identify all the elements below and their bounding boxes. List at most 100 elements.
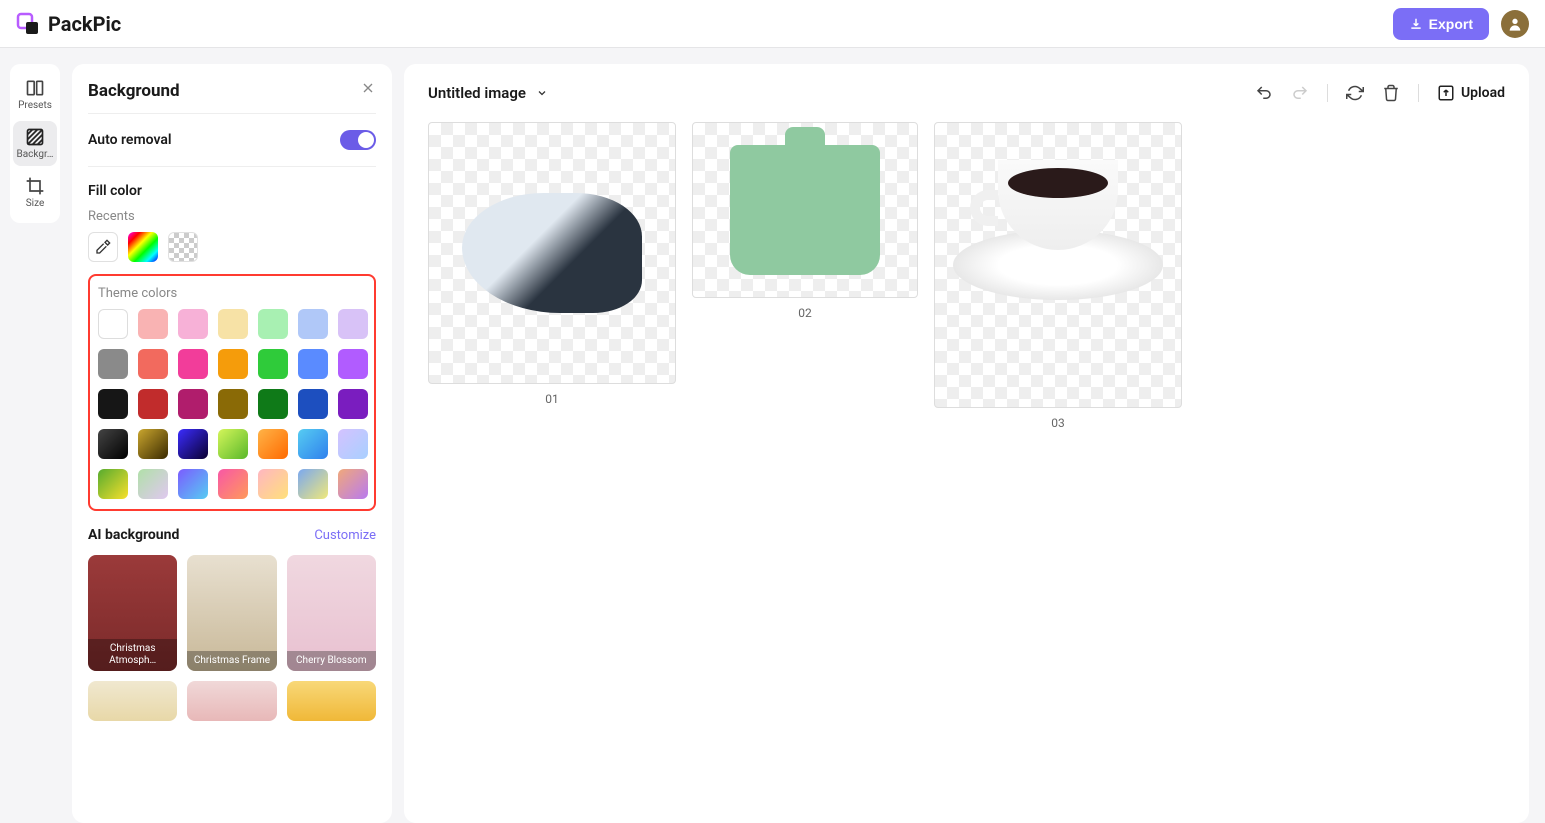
background-panel: Background Auto removal Fill color Recen…	[72, 64, 392, 823]
background-icon	[25, 127, 45, 147]
theme-color-swatch[interactable]	[218, 389, 248, 419]
image-label: 02	[798, 306, 812, 320]
theme-color-swatch[interactable]	[338, 429, 368, 459]
avatar[interactable]	[1501, 10, 1529, 38]
ai-background-label: AI background	[88, 527, 179, 543]
ai-bg-item[interactable]	[187, 681, 276, 721]
redo-icon	[1291, 84, 1309, 102]
theme-color-swatch[interactable]	[98, 349, 128, 379]
fill-color-label: Fill color	[88, 183, 376, 199]
shoe-graphic	[462, 193, 642, 313]
refresh-icon	[1346, 84, 1364, 102]
tool-presets[interactable]: Presets	[13, 72, 57, 117]
theme-color-swatch[interactable]	[138, 309, 168, 339]
app-header: PackPic Export	[0, 0, 1545, 48]
theme-color-swatch[interactable]	[178, 309, 208, 339]
app-logo: PackPic	[16, 12, 121, 36]
image-thumbnail	[692, 122, 918, 298]
export-button[interactable]: Export	[1393, 8, 1489, 40]
refresh-button[interactable]	[1346, 84, 1364, 102]
theme-color-swatch[interactable]	[298, 349, 328, 379]
tool-size-label: Size	[26, 198, 45, 209]
tool-size[interactable]: Size	[13, 170, 57, 215]
trash-icon	[1382, 84, 1400, 102]
theme-color-swatch[interactable]	[98, 429, 128, 459]
close-panel-button[interactable]	[360, 80, 376, 101]
upload-icon	[1437, 84, 1455, 102]
theme-color-swatch[interactable]	[218, 349, 248, 379]
image-thumbnail	[934, 122, 1182, 408]
theme-color-swatch[interactable]	[258, 469, 288, 499]
theme-color-swatch[interactable]	[338, 389, 368, 419]
theme-color-swatch[interactable]	[178, 469, 208, 499]
ai-bg-christmas-atmosphere[interactable]: Christmas Atmosph…	[88, 555, 177, 671]
theme-colors-box: Theme colors	[88, 274, 376, 511]
redo-button	[1291, 84, 1309, 102]
undo-button[interactable]	[1255, 84, 1273, 102]
image-item-1[interactable]: 01	[428, 122, 676, 406]
upload-label: Upload	[1461, 85, 1505, 101]
theme-color-swatch[interactable]	[258, 309, 288, 339]
shirt-graphic	[730, 145, 880, 275]
theme-color-swatch[interactable]	[218, 429, 248, 459]
theme-color-swatch[interactable]	[178, 349, 208, 379]
theme-color-swatch[interactable]	[298, 469, 328, 499]
theme-color-swatch[interactable]	[218, 309, 248, 339]
theme-color-swatch[interactable]	[298, 429, 328, 459]
ai-bg-item[interactable]	[287, 681, 376, 721]
presets-icon	[25, 78, 45, 98]
ai-bg-christmas-frame[interactable]: Christmas Frame	[187, 555, 276, 671]
app-name: PackPic	[48, 12, 121, 36]
header-actions: Export	[1393, 8, 1529, 40]
theme-color-swatch[interactable]	[98, 309, 128, 339]
eyedropper-icon	[95, 239, 111, 255]
ai-card-label: Christmas Atmosph…	[88, 639, 177, 671]
undo-icon	[1255, 84, 1273, 102]
eyedropper-button[interactable]	[88, 232, 118, 262]
ai-card-label: Cherry Blossom	[287, 651, 376, 671]
close-icon	[360, 80, 376, 96]
theme-color-swatch[interactable]	[138, 389, 168, 419]
panel-title: Background	[88, 81, 180, 101]
logo-icon	[16, 12, 40, 36]
theme-color-swatch[interactable]	[298, 309, 328, 339]
customize-link[interactable]: Customize	[314, 528, 376, 543]
theme-color-swatch[interactable]	[138, 349, 168, 379]
delete-button[interactable]	[1382, 84, 1400, 102]
canvas-area: Untitled image Upload	[404, 64, 1529, 823]
cup-graphic	[953, 230, 1163, 300]
image-item-3[interactable]: 03	[934, 122, 1182, 430]
theme-color-swatch[interactable]	[138, 469, 168, 499]
divider	[1418, 84, 1419, 102]
theme-color-swatch[interactable]	[338, 349, 368, 379]
image-thumbnail	[428, 122, 676, 384]
theme-color-swatch[interactable]	[178, 429, 208, 459]
divider	[1327, 84, 1328, 102]
crop-icon	[25, 176, 45, 196]
upload-button[interactable]: Upload	[1437, 84, 1505, 102]
image-label: 01	[545, 392, 559, 406]
chevron-down-icon	[536, 87, 548, 99]
ai-bg-item[interactable]	[88, 681, 177, 721]
tool-background[interactable]: Backgr…	[13, 121, 57, 166]
theme-color-swatch[interactable]	[258, 389, 288, 419]
color-picker-button[interactable]	[128, 232, 158, 262]
ai-bg-cherry-blossom[interactable]: Cherry Blossom	[287, 555, 376, 671]
document-title-dropdown[interactable]: Untitled image	[428, 84, 548, 102]
image-item-2[interactable]: 02	[692, 122, 918, 320]
theme-color-swatch[interactable]	[98, 469, 128, 499]
theme-color-swatch[interactable]	[138, 429, 168, 459]
export-label: Export	[1429, 16, 1473, 32]
theme-color-swatch[interactable]	[338, 469, 368, 499]
theme-color-swatch[interactable]	[218, 469, 248, 499]
tool-rail: Presets Backgr… Size	[10, 64, 60, 223]
transparent-swatch[interactable]	[168, 232, 198, 262]
auto-removal-toggle[interactable]	[340, 130, 376, 150]
theme-color-swatch[interactable]	[258, 429, 288, 459]
theme-color-swatch[interactable]	[338, 309, 368, 339]
theme-color-swatch[interactable]	[98, 389, 128, 419]
theme-color-swatch[interactable]	[178, 389, 208, 419]
theme-color-swatch[interactable]	[258, 349, 288, 379]
theme-color-swatch[interactable]	[298, 389, 328, 419]
theme-colors-label: Theme colors	[98, 286, 366, 301]
